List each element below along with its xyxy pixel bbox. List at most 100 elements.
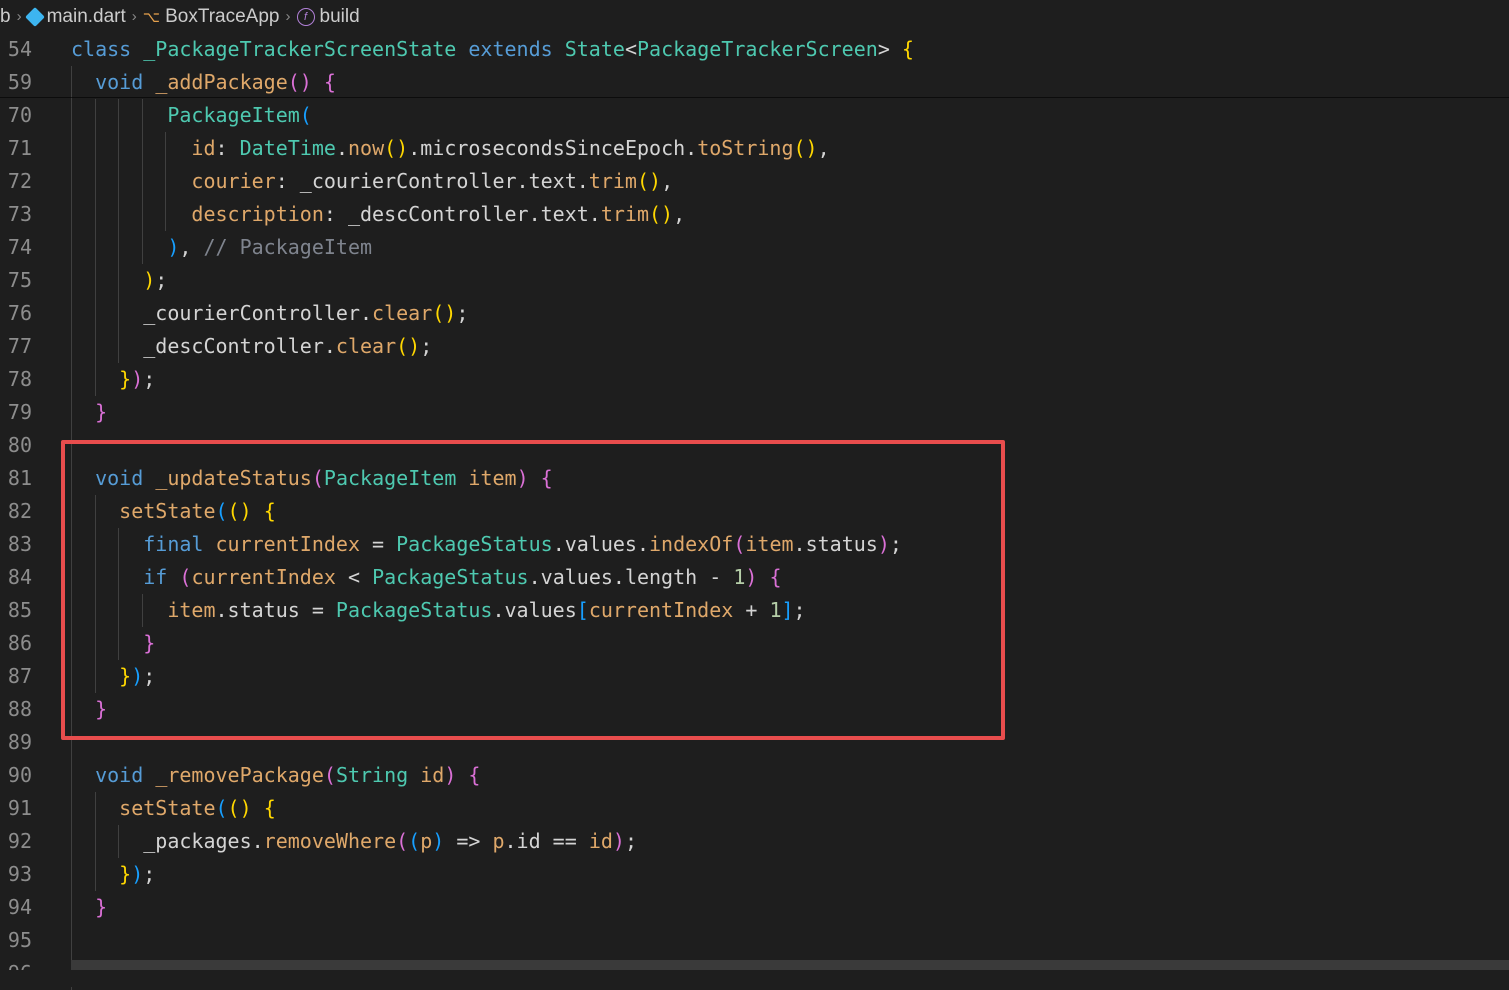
line-number: 83 bbox=[7, 532, 32, 556]
line-number: 86 bbox=[7, 631, 32, 655]
code-token: () bbox=[396, 334, 421, 358]
code-line[interactable]: 95 bbox=[0, 924, 1509, 957]
code-token: removeWhere bbox=[263, 829, 397, 853]
line-number: 54 bbox=[7, 37, 32, 61]
code-token: () bbox=[384, 136, 409, 160]
code-token: _descController. bbox=[71, 334, 336, 358]
code-token: () bbox=[227, 796, 252, 820]
code-token: } bbox=[119, 367, 132, 391]
code-text: PackageItem( bbox=[71, 99, 312, 132]
code-token: now bbox=[347, 136, 385, 160]
code-token: ( bbox=[408, 829, 421, 853]
breadcrumb-member[interactable]: f build bbox=[296, 5, 360, 28]
code-token: } bbox=[95, 400, 108, 424]
breadcrumb-root[interactable]: b bbox=[0, 6, 11, 28]
code-line[interactable]: 78 }); bbox=[0, 363, 1509, 396]
code-token: PackageItem bbox=[167, 103, 300, 127]
code-line[interactable]: 75 ); bbox=[0, 264, 1509, 297]
code-line[interactable]: 73 description: _descController.text.tri… bbox=[0, 198, 1509, 231]
line-number: 88 bbox=[7, 697, 32, 721]
highlight-annotation-box bbox=[61, 440, 1005, 740]
code-token: toString bbox=[697, 136, 794, 160]
code-text: class _PackageTrackerScreenState extends… bbox=[71, 33, 914, 66]
code-line[interactable]: 91 setState(() { bbox=[0, 792, 1509, 825]
code-token: p bbox=[492, 829, 505, 853]
breadcrumb: b › main.dart › ⌥ BoxTraceApp › f build bbox=[0, 0, 1509, 33]
code-line[interactable]: 93 }); bbox=[0, 858, 1509, 891]
code-line[interactable]: 70 PackageItem( bbox=[0, 99, 1509, 132]
code-line[interactable]: 54 class _PackageTrackerScreenState exten… bbox=[0, 33, 1509, 66]
code-token: : _courierController.text. bbox=[275, 169, 589, 193]
code-token: ) bbox=[612, 829, 625, 853]
line-number: 84 bbox=[7, 565, 32, 589]
sticky-scroll-divider bbox=[0, 97, 1509, 98]
code-token: courier bbox=[191, 169, 276, 193]
line-number: 89 bbox=[7, 730, 32, 754]
code-token: ) bbox=[167, 235, 180, 259]
code-line[interactable]: 76 _courierController.clear(); bbox=[0, 297, 1509, 330]
code-token: _courierController. bbox=[71, 301, 373, 325]
code-token: trim bbox=[600, 202, 649, 226]
code-token: PackageTrackerScreen bbox=[636, 37, 878, 61]
line-number: 91 bbox=[7, 796, 32, 820]
code-text: courier: _courierController.text.trim(), bbox=[71, 165, 673, 198]
code-line[interactable]: 92 _packages.removeWhere((p) => p.id == … bbox=[0, 825, 1509, 858]
code-token: () bbox=[432, 301, 457, 325]
dart-file-icon bbox=[24, 6, 45, 27]
breadcrumb-class[interactable]: ⌥ BoxTraceApp bbox=[143, 6, 280, 28]
line-number: 95 bbox=[7, 928, 32, 952]
code-token: < bbox=[624, 37, 637, 61]
code-token: ; bbox=[624, 829, 637, 853]
line-number: 76 bbox=[7, 301, 32, 325]
code-token: void bbox=[95, 763, 144, 787]
code-text: }); bbox=[71, 363, 155, 396]
code-token: , bbox=[179, 235, 204, 259]
code-line[interactable]: 74 ), // PackageItem bbox=[0, 231, 1509, 264]
code-token: () bbox=[287, 70, 312, 94]
code-line[interactable]: 77 _descController.clear(); bbox=[0, 330, 1509, 363]
line-number: 79 bbox=[7, 400, 32, 424]
line-number: 59 bbox=[7, 70, 32, 94]
code-token: > bbox=[877, 37, 902, 61]
code-token: setState bbox=[119, 796, 216, 820]
code-token: : _descController.text. bbox=[323, 202, 601, 226]
breadcrumb-class-label: BoxTraceApp bbox=[165, 5, 280, 27]
code-text: id: DateTime.now().microsecondsSinceEpoc… bbox=[71, 132, 829, 165]
breadcrumb-member-label: build bbox=[319, 5, 360, 27]
code-text: ); bbox=[71, 264, 167, 297]
code-text: } bbox=[71, 891, 107, 924]
code-line[interactable]: 59 void _addPackage() { bbox=[0, 66, 1509, 99]
code-token: ) bbox=[432, 829, 445, 853]
code-token: .microsecondsSinceEpoch. bbox=[408, 136, 698, 160]
line-number: 82 bbox=[7, 499, 32, 523]
class-icon: ⌥ bbox=[142, 8, 161, 26]
code-line[interactable]: 72 courier: _courierController.text.trim… bbox=[0, 165, 1509, 198]
code-text: setState(() { bbox=[71, 792, 276, 825]
code-token: ; bbox=[143, 367, 156, 391]
code-line[interactable]: 79 } bbox=[0, 396, 1509, 429]
code-token: ) bbox=[143, 268, 156, 292]
line-number: 74 bbox=[7, 235, 32, 259]
code-line[interactable]: 90 void _removePackage(String id) { bbox=[0, 759, 1509, 792]
line-number: 70 bbox=[7, 103, 32, 127]
line-number: 81 bbox=[7, 466, 32, 490]
code-token: _packages. bbox=[71, 829, 264, 853]
code-token: State bbox=[564, 37, 625, 61]
chevron-right-icon: › bbox=[285, 8, 291, 25]
code-token: { bbox=[263, 796, 276, 820]
code-token: extends bbox=[468, 37, 553, 61]
code-line[interactable]: 94 } bbox=[0, 891, 1509, 924]
breadcrumb-file[interactable]: main.dart bbox=[24, 6, 126, 28]
horizontal-scrollbar[interactable] bbox=[71, 960, 1509, 970]
line-number: 78 bbox=[7, 367, 32, 391]
chevron-right-icon: › bbox=[16, 8, 22, 25]
code-line[interactable]: 71 id: DateTime.now().microsecondsSinceE… bbox=[0, 132, 1509, 165]
